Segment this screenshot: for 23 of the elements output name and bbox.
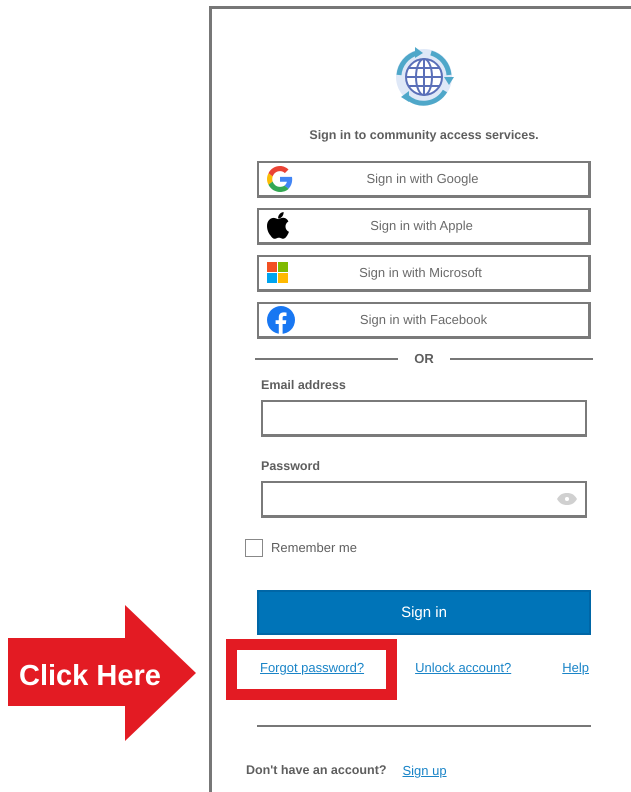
social-sign-in-button[interactable]: Sign in with Google — [257, 160, 591, 198]
sign-in-button[interactable]: Sign in — [257, 590, 591, 636]
apple-icon — [267, 212, 291, 240]
signup-link[interactable]: Sign up — [402, 761, 447, 781]
link[interactable]: Help — [562, 660, 589, 676]
input-field[interactable] — [261, 480, 587, 518]
link[interactable]: Forgot password? — [260, 660, 364, 676]
input-field[interactable] — [261, 400, 587, 437]
social-sign-in-button[interactable]: Sign in with Apple — [257, 208, 591, 245]
google-icon — [267, 166, 293, 192]
link[interactable]: Unlock account? — [415, 660, 512, 676]
form-title: Sign in to community access services. — [308, 127, 540, 144]
callout-label: Click Here — [19, 659, 161, 694]
social-sign-in-button[interactable]: Sign in with Microsoft — [257, 254, 591, 292]
social-sign-in-button[interactable]: Sign in with Facebook — [257, 302, 591, 339]
divider-text: OR — [413, 350, 435, 368]
field-label: Password — [261, 458, 322, 475]
facebook-icon — [267, 306, 295, 334]
signup-prompt: Don't have an account? — [246, 762, 386, 780]
microsoft-icon — [267, 262, 289, 284]
field-label: Email address — [261, 377, 347, 394]
checkbox-label: Remember me — [271, 538, 357, 557]
checkbox[interactable] — [245, 538, 263, 556]
